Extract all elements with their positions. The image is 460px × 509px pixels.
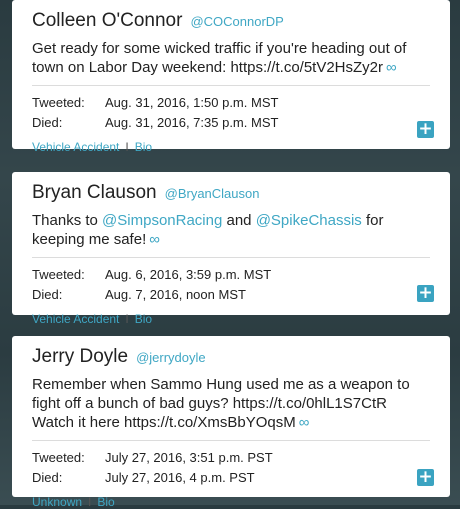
died-label: Died: — [32, 115, 63, 130]
expand-plus-icon[interactable]: + — [417, 121, 434, 138]
tweet-permalink-icon[interactable]: ∞ — [386, 59, 397, 76]
twitter-handle-link[interactable]: @jerrydoyle — [136, 350, 206, 365]
tweet-permalink-icon[interactable]: ∞ — [299, 414, 310, 431]
cause-link[interactable]: Vehicle Accident — [32, 140, 119, 154]
died-value: July 27, 2016, 4 p.m. PST — [105, 470, 255, 485]
tweet-text: Thanks to @SimpsonRacing and @SpikeChass… — [32, 211, 430, 249]
tweeted-row: Tweeted: Aug. 6, 2016, 3:59 p.m. MST — [32, 265, 430, 285]
bio-link[interactable]: Bio — [97, 495, 114, 509]
died-label: Died: — [32, 470, 63, 485]
divider — [32, 257, 430, 258]
card-header: Colleen O'Connor @COConnorDP — [32, 10, 430, 32]
tweeted-value: Aug. 6, 2016, 3:59 p.m. MST — [105, 267, 272, 282]
tweet-body: Get ready for some wicked traffic if you… — [32, 40, 407, 76]
link-separator: I — [125, 312, 129, 326]
tweet-text: Get ready for some wicked traffic if you… — [32, 39, 430, 77]
card-links: Vehicle Accident I Bio — [32, 140, 430, 154]
link-separator: I — [125, 140, 129, 154]
tweeted-label: Tweeted: — [32, 450, 85, 465]
divider — [32, 85, 430, 86]
tweeted-row: Tweeted: July 27, 2016, 3:51 p.m. PST — [32, 448, 430, 468]
expand-plus-icon[interactable]: + — [417, 469, 434, 486]
tweeted-label: Tweeted: — [32, 95, 85, 110]
tweeted-value: Aug. 31, 2016, 1:50 p.m. MST — [105, 95, 279, 110]
tweeted-label: Tweeted: — [32, 267, 85, 282]
meta-block: Tweeted: Aug. 31, 2016, 1:50 p.m. MST Di… — [32, 93, 430, 133]
tweet-card: Jerry Doyle @jerrydoyle Remember when Sa… — [12, 336, 450, 509]
divider — [32, 440, 430, 441]
twitter-handle-link[interactable]: @COConnorDP — [190, 14, 283, 29]
tweet-card: Bryan Clauson @BryanClauson Thanks to @S… — [12, 172, 450, 326]
tweeted-row: Tweeted: Aug. 31, 2016, 1:50 p.m. MST — [32, 93, 430, 113]
bio-link[interactable]: Bio — [135, 140, 152, 154]
meta-block: Tweeted: Aug. 6, 2016, 3:59 p.m. MST Die… — [32, 265, 430, 305]
died-row: Died: July 27, 2016, 4 p.m. PST — [32, 468, 430, 488]
died-row: Died: Aug. 7, 2016, noon MST — [32, 285, 430, 305]
died-value: Aug. 7, 2016, noon MST — [105, 287, 246, 302]
card-links: Unknown I Bio — [32, 495, 430, 509]
card-links: Vehicle Accident I Bio — [32, 312, 430, 326]
cause-link[interactable]: Unknown — [32, 495, 82, 509]
tweet-text: Remember when Sammo Hung used me as a we… — [32, 375, 430, 432]
expand-plus-icon[interactable]: + — [417, 285, 434, 302]
link-separator: I — [88, 495, 92, 509]
died-row: Died: Aug. 31, 2016, 7:35 p.m. MST — [32, 113, 430, 133]
mention-link[interactable]: @SpikeChassis — [256, 212, 362, 229]
twitter-handle-link[interactable]: @BryanClauson — [165, 186, 260, 201]
tweet-card: Colleen O'Connor @COConnorDP Get ready f… — [12, 0, 450, 154]
mention-link[interactable]: @SimpsonRacing — [102, 212, 222, 229]
died-value: Aug. 31, 2016, 7:35 p.m. MST — [105, 115, 279, 130]
tweet-body: Remember when Sammo Hung used me as a we… — [32, 376, 410, 431]
person-name: Jerry Doyle — [32, 346, 129, 367]
cause-link[interactable]: Vehicle Accident — [32, 312, 119, 326]
tweet-permalink-icon[interactable]: ∞ — [149, 231, 160, 248]
tweet-text-part: and — [222, 212, 256, 229]
tweeted-value: July 27, 2016, 3:51 p.m. PST — [105, 450, 273, 465]
person-name: Colleen O'Connor — [32, 10, 183, 31]
died-label: Died: — [32, 287, 63, 302]
tweet-text-part: Thanks to — [32, 212, 103, 229]
meta-block: Tweeted: July 27, 2016, 3:51 p.m. PST Di… — [32, 448, 430, 488]
card-header: Bryan Clauson @BryanClauson — [32, 182, 430, 204]
card-header: Jerry Doyle @jerrydoyle — [32, 346, 430, 368]
bio-link[interactable]: Bio — [135, 312, 152, 326]
person-name: Bryan Clauson — [32, 182, 157, 203]
